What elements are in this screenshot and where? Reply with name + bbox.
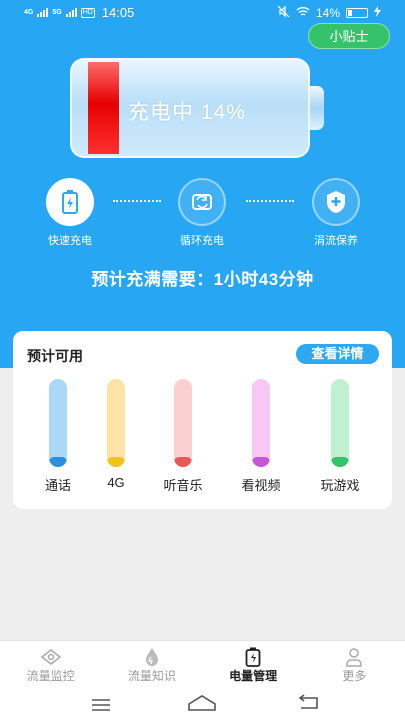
wifi-icon: [296, 6, 310, 20]
usage-label: 看视频: [241, 478, 281, 493]
usage-tube: [49, 379, 67, 467]
mode-label: 快速充电: [48, 235, 92, 247]
water-drop-icon: [101, 647, 202, 667]
usage-estimate-card: 预计可用 查看详情 通话 4G 听音乐 看视频 玩游戏: [13, 331, 392, 509]
usage-level: [252, 457, 270, 467]
signal-icon: [65, 8, 77, 17]
nav-more[interactable]: 更多: [304, 641, 405, 688]
battery-percent: 14%: [315, 6, 340, 20]
nav-label: 更多: [342, 669, 367, 683]
usage-item-call: 通话: [28, 379, 88, 494]
cycle-arrows-icon: [178, 178, 226, 226]
usage-tube: [174, 379, 192, 467]
shield-plus-icon: [312, 178, 360, 226]
divider-dots: [113, 200, 161, 202]
mode-fast-charge[interactable]: 快速充电: [30, 178, 110, 248]
usage-item-video: 看视频: [231, 379, 291, 494]
usage-label: 听音乐: [163, 478, 203, 493]
status-time: 14:05: [101, 5, 135, 20]
charging-bolt-icon: [374, 6, 381, 20]
mode-cycle-charge[interactable]: 循环充电: [162, 178, 242, 248]
mute-icon: [277, 5, 290, 21]
bottom-nav: 流量监控 流量知识 电量管理 更多: [0, 640, 405, 688]
usage-item-game: 玩游戏: [310, 379, 370, 494]
usage-tube: [331, 379, 349, 467]
usage-tube: [252, 379, 270, 467]
network-4g-label: 4G: [24, 9, 34, 16]
usage-label: 通话: [44, 478, 71, 493]
usage-level: [107, 457, 125, 467]
system-nav-bar: [0, 688, 405, 720]
nav-label: 流量知识: [127, 669, 176, 683]
nav-label: 流量监控: [26, 669, 75, 683]
usage-item-music: 听音乐: [153, 379, 213, 494]
network-5g-label: 5G: [52, 9, 62, 16]
usage-label: 玩游戏: [320, 478, 360, 493]
battery-level-fill: [88, 62, 119, 154]
nav-label: 电量管理: [229, 669, 278, 683]
person-icon: [304, 647, 405, 667]
card-title: 预计可用: [27, 348, 83, 364]
usage-level: [49, 457, 67, 467]
signal-icon: [37, 8, 49, 17]
battery-charge-icon: [203, 647, 304, 667]
usage-item-4g: 4G: [86, 379, 146, 490]
hd-badge: HD: [80, 7, 95, 18]
usage-tube: [107, 379, 125, 467]
back-icon[interactable]: [297, 694, 321, 717]
nav-traffic-monitor[interactable]: 流量监控: [0, 641, 101, 688]
usage-label: 4G: [107, 475, 125, 490]
battery-status-icon: [346, 8, 368, 18]
view-details-button[interactable]: 查看详情: [296, 344, 379, 364]
divider-dots: [246, 200, 294, 202]
battery-bolt-icon: [46, 178, 94, 226]
mode-label: 循环充电: [180, 235, 224, 247]
nav-traffic-knowledge[interactable]: 流量知识: [101, 641, 202, 688]
usage-level: [331, 457, 349, 467]
home-icon[interactable]: [186, 692, 218, 717]
usage-level: [174, 457, 192, 467]
battery-graphic: 充电中 14%: [70, 58, 326, 158]
full-charge-estimate: 预计充满需要：1小时43分钟: [91, 270, 314, 289]
battery-cap: [310, 86, 324, 130]
nav-power-management[interactable]: 电量管理: [203, 641, 304, 688]
eye-icon: [0, 647, 101, 667]
charging-status-text: 充电中 14%: [128, 101, 246, 124]
tips-button[interactable]: 小贴士: [308, 23, 390, 49]
mode-label: 涓流保养: [314, 235, 358, 247]
mode-trickle-maintain[interactable]: 涓流保养: [296, 178, 376, 248]
menu-icon[interactable]: [90, 698, 112, 717]
